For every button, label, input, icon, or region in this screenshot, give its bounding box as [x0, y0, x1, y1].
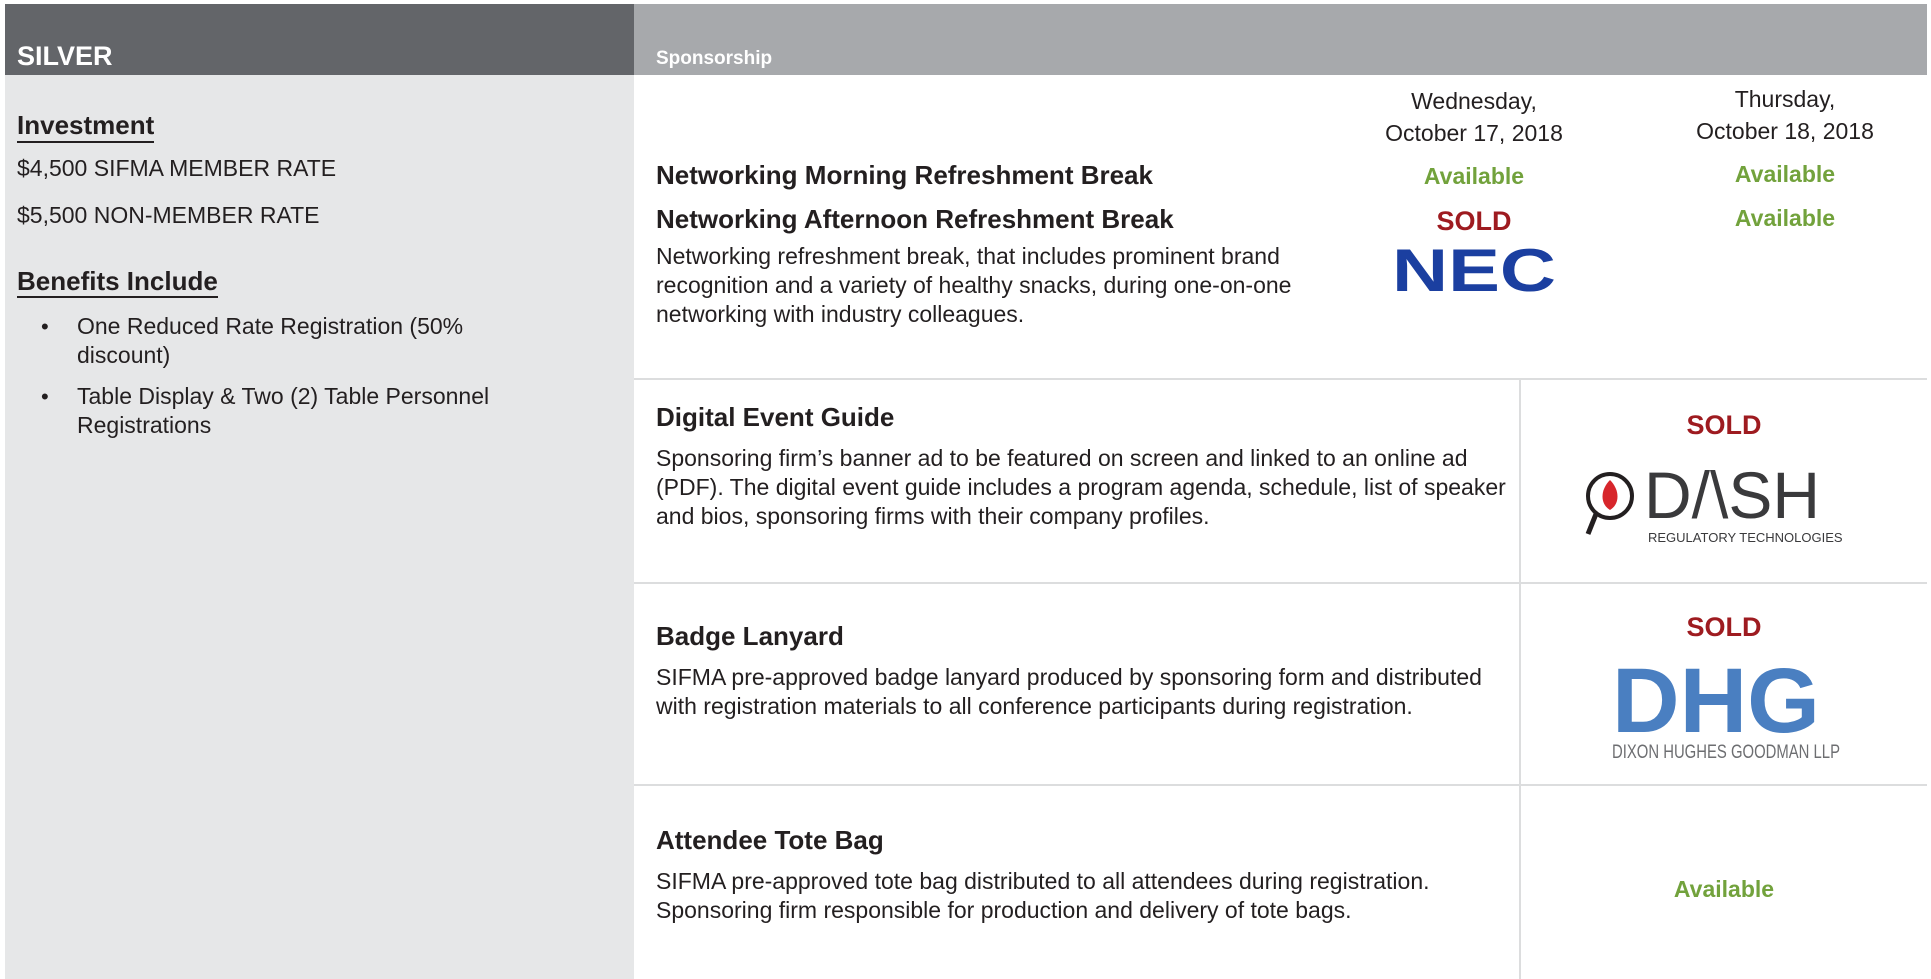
digital-event-guide-title: Digital Event Guide [656, 402, 895, 432]
dash-logo-subtext: REGULATORY TECHNOLOGIES [1648, 530, 1843, 545]
morning-thu-status: Available [1734, 161, 1836, 187]
date-thursday: Thursday, October 18, 2018 [1665, 83, 1905, 147]
member-rate: $4,500 SIFMA MEMBER RATE [17, 154, 337, 181]
tote-bag-title: Attendee Tote Bag [656, 825, 884, 855]
tote-bag-section: Attendee Tote Bag SIFMA pre-approved tot… [634, 784, 1927, 979]
dhg-logo-text: DHG [1612, 656, 1820, 752]
non-member-rate: $5,500 NON-MEMBER RATE [17, 201, 320, 228]
networking-section: Wednesday, October 17, 2018 Thursday, Oc… [634, 75, 1927, 378]
badge-lanyard-title: Badge Lanyard [656, 621, 844, 651]
badge-lanyard-description: SIFMA pre-approved badge lanyard produce… [656, 663, 1482, 719]
date-wednesday: Wednesday, October 17, 2018 [1354, 85, 1594, 149]
digital-event-guide-description: Sponsoring firm’s banner ad to be featur… [656, 444, 1506, 529]
digital-event-guide-section: Digital Event Guide Sponsoring firm’s ba… [634, 378, 1927, 582]
afternoon-wed-status: SOLD [1436, 206, 1512, 236]
date-thursday-day: Thursday, [1734, 86, 1836, 112]
date-wednesday-day: Wednesday, [1411, 88, 1537, 114]
badge-lanyard-section: Badge Lanyard SIFMA pre-approved badge l… [634, 582, 1927, 784]
dash-logo: D/\SH REGULATORY TECHNOLOGIES [1582, 456, 1862, 546]
date-thursday-date: October 18, 2018 [1696, 118, 1874, 144]
networking-afternoon-title: Networking Afternoon Refreshment Break [656, 203, 1174, 234]
afternoon-thu-status: Available [1734, 205, 1836, 231]
tote-bag-description: SIFMA pre-approved tote bag distributed … [656, 867, 1430, 923]
tote-bag-status: Available [1673, 876, 1775, 902]
nec-logo: NEC [1389, 237, 1559, 304]
digital-event-guide-status: SOLD [1686, 410, 1762, 440]
dhg-logo-subtext: DIXON HUGHES GOODMAN LLP [1612, 742, 1840, 763]
dash-flame-icon [1602, 480, 1618, 510]
tier-title: SILVER [5, 4, 634, 75]
sponsorship-header: Sponsorship [634, 4, 1927, 75]
nec-logo-text: NEC [1392, 243, 1556, 295]
dash-logo-text: D/\SH [1644, 458, 1820, 532]
morning-wed-status: Available [1423, 163, 1525, 189]
benefit-item: One Reduced Rate Registration (50% disco… [41, 312, 481, 370]
dhg-logo: DHG DIXON HUGHES GOODMAN LLP [1612, 650, 1842, 764]
silver-panel: SILVER Investment $4,500 SIFMA MEMBER RA… [5, 4, 634, 979]
networking-morning-title: Networking Morning Refreshment Break [656, 160, 1153, 190]
benefits-list: One Reduced Rate Registration (50% disco… [17, 312, 622, 440]
benefits-heading: Benefits Include [17, 266, 218, 299]
date-wednesday-date: October 17, 2018 [1385, 120, 1563, 146]
sponsorship-panel: Sponsorship Wednesday, October 17, 2018 … [634, 4, 1927, 979]
networking-description: Networking refreshment break, that inclu… [656, 243, 1292, 328]
badge-lanyard-status: SOLD [1686, 612, 1762, 642]
investment-heading: Investment [17, 111, 155, 143]
benefit-item: Table Display & Two (2) Table Personnel … [41, 382, 541, 440]
